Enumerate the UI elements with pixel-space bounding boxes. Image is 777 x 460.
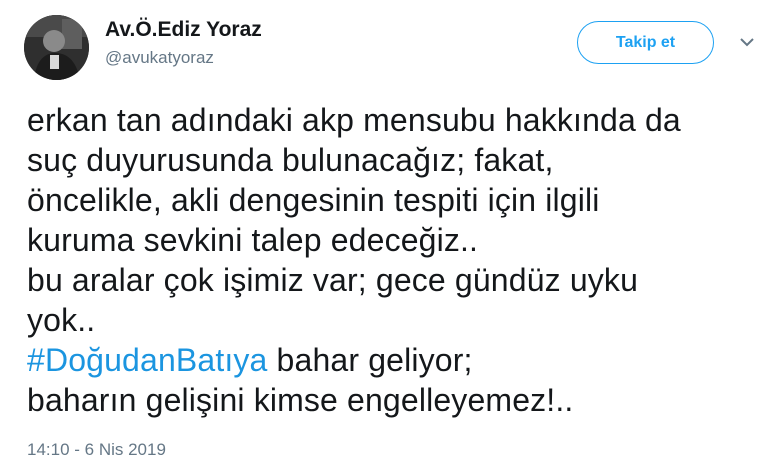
tweet-text: erkan tan adındaki akp mensubu hakkında … — [27, 100, 772, 420]
follow-button[interactable]: Takip et — [577, 21, 714, 64]
profile-photo-icon — [24, 15, 89, 80]
hashtag-trailing-text: bahar geliyor; — [267, 342, 473, 378]
tweet-text-line: bu aralar çok işimiz var; gece gündüz uy… — [27, 262, 639, 298]
tweet-text-line: suç duyurusunda bulunacağız; fakat, — [27, 142, 554, 178]
user-handle[interactable]: @avukatyoraz — [105, 48, 214, 68]
display-name[interactable]: Av.Ö.Ediz Yoraz — [105, 18, 262, 42]
tweet-timestamp[interactable]: 14:10 - 6 Nis 2019 — [27, 440, 166, 460]
tweet-text-line-hashtag: #DoğudanBatıya bahar geliyor; — [27, 340, 772, 380]
tweet-card: Av.Ö.Ediz Yoraz @avukatyoraz Takip et er… — [0, 0, 777, 459]
tweet-text-line: erkan tan adındaki akp mensubu hakkında … — [27, 102, 681, 138]
avatar[interactable] — [24, 15, 89, 80]
hashtag-link[interactable]: #DoğudanBatıya — [27, 342, 268, 378]
tweet-text-line: yok.. — [27, 302, 96, 338]
tweet-text-line: baharın gelişini kimse engelleyemez!.. — [27, 382, 574, 418]
tweet-text-line: kuruma sevkini talep edeceğiz.. — [27, 222, 479, 258]
chevron-down-icon[interactable] — [739, 36, 755, 48]
tweet-text-line: öncelikle, akli dengesinin tespiti için … — [27, 182, 600, 218]
